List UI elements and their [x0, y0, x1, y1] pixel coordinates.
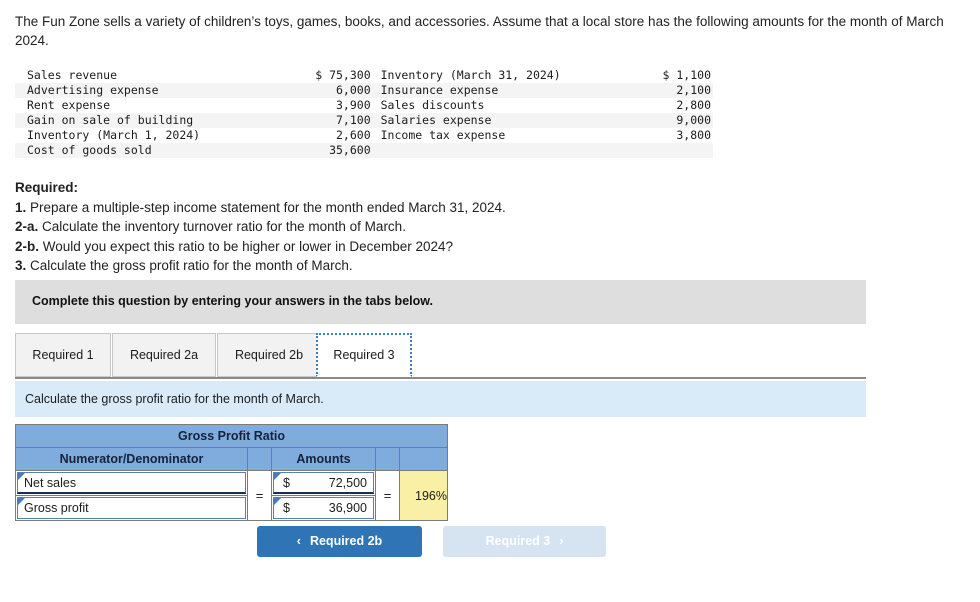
- account-label: Advertising expense: [27, 83, 159, 97]
- required-item-text: Calculate the inventory turnover ratio f…: [38, 219, 406, 234]
- problem-intro: The Fun Zone sells a variety of children…: [15, 14, 944, 48]
- account-label: Rent expense: [27, 98, 111, 112]
- account-label: Income tax expense: [380, 128, 506, 142]
- account-value: 7,100: [336, 113, 371, 127]
- required-item-number: 2-b.: [15, 238, 40, 254]
- given-amounts-table: Sales revenue $ 75,300 Inventory (March …: [15, 68, 713, 158]
- cell-marker-icon: [18, 498, 25, 505]
- instruction-banner-text: Complete this question by entering your …: [32, 294, 433, 308]
- required-item-2b: 2-b. Would you expect this ratio to be h…: [15, 237, 506, 257]
- ratio-result: 196%: [399, 470, 448, 521]
- chevron-right-icon: ›: [559, 534, 564, 548]
- account-label: Inventory (March 31, 2024): [380, 68, 561, 82]
- account-value: $ 75,300: [315, 68, 371, 82]
- worksheet-numerator-row: Net sales = $ 72,500 = 196%: [15, 470, 448, 521]
- required-item-text: Prepare a multiple-step income statement…: [26, 199, 506, 215]
- table-row: Rent expense 3,900 Sales discounts 2,800: [15, 98, 713, 113]
- account-label: Inventory (March 1, 2024): [27, 128, 201, 142]
- column-header-numerator-denominator: Numerator/Denominator: [15, 447, 248, 471]
- column-header-result: [399, 447, 448, 471]
- prev-required-label: Required 2b: [309, 534, 383, 548]
- account-label: Sales discounts: [380, 98, 485, 112]
- account-value: 2,600: [336, 128, 371, 142]
- equals-sign-right: =: [375, 470, 400, 521]
- worksheet-title-row: Gross Profit Ratio: [15, 424, 448, 448]
- required-item-text: Calculate the gross profit ratio for the…: [26, 258, 353, 273]
- tab-required-2a[interactable]: Required 2a: [112, 333, 216, 377]
- next-required-button[interactable]: Required 3 ›: [443, 526, 606, 557]
- account-value: 2,800: [676, 98, 711, 112]
- equals-sign-left: =: [247, 470, 272, 521]
- cell-marker-icon: [274, 498, 281, 505]
- account-label: [373, 143, 618, 158]
- column-header-spacer-right: [375, 447, 400, 471]
- sub-instruction-text: Calculate the gross profit ratio for the…: [25, 392, 324, 406]
- table-row: Sales revenue $ 75,300 Inventory (March …: [15, 68, 713, 83]
- given-amounts-body: Sales revenue $ 75,300 Inventory (March …: [15, 68, 713, 158]
- sub-instruction-bar: Calculate the gross profit ratio for the…: [15, 381, 866, 417]
- column-header-spacer-left: [247, 447, 272, 471]
- numerator-label: Net sales: [24, 475, 77, 490]
- denominator-amount: 36,900: [328, 501, 367, 515]
- table-row: Advertising expense 6,000 Insurance expe…: [15, 83, 713, 98]
- tab-required-3[interactable]: Required 3: [316, 333, 412, 377]
- account-label: Gain on sale of building: [27, 113, 194, 127]
- tab-strip: Required 1 Required 2a Required 2b Requi…: [15, 331, 866, 379]
- required-list: Required: 1. Prepare a multiple-step inc…: [15, 178, 506, 276]
- account-value: [617, 143, 713, 158]
- account-value: $ 1,100: [662, 68, 711, 82]
- prev-required-button[interactable]: ‹ Required 2b: [257, 526, 422, 557]
- account-label: Cost of goods sold: [27, 143, 152, 157]
- account-label: Salaries expense: [380, 113, 492, 127]
- cell-marker-icon: [274, 473, 281, 480]
- tab-required-2b[interactable]: Required 2b: [217, 333, 321, 377]
- cell-marker-icon: [18, 473, 25, 480]
- account-value: 6,000: [336, 83, 371, 97]
- table-row: Inventory (March 1, 2024) 2,600 Income t…: [15, 128, 713, 143]
- required-item-1: 1. Prepare a multiple-step income statem…: [15, 198, 506, 218]
- numerator-label-cell[interactable]: Net sales: [15, 470, 248, 496]
- next-required-label: Required 3: [485, 534, 551, 548]
- required-item-text: Would you expect this ratio to be higher…: [39, 238, 453, 254]
- instruction-banner: Complete this question by entering your …: [15, 280, 866, 324]
- account-value: 9,000: [676, 113, 711, 127]
- account-value: 35,600: [329, 143, 371, 157]
- gross-profit-ratio-worksheet: Gross Profit Ratio Numerator/Denominator…: [15, 424, 448, 521]
- denominator-amount-cell[interactable]: $ 36,900: [271, 495, 376, 521]
- worksheet-title: Gross Profit Ratio: [15, 424, 448, 448]
- account-label: Insurance expense: [380, 83, 499, 97]
- numerator-amount: 72,500: [328, 475, 367, 490]
- tab-required-1[interactable]: Required 1: [15, 333, 111, 377]
- chevron-left-icon: ‹: [296, 534, 301, 548]
- account-value: 3,900: [336, 98, 371, 112]
- account-value: 3,800: [676, 128, 711, 142]
- table-row: Cost of goods sold 35,600: [15, 143, 713, 158]
- denominator-label: Gross profit: [24, 501, 89, 515]
- required-item-3: 3. Calculate the gross profit ratio for …: [15, 256, 506, 276]
- required-item-number: 3.: [15, 258, 27, 273]
- denominator-label-cell[interactable]: Gross profit: [15, 495, 248, 521]
- required-item-2a: 2-a. Calculate the inventory turnover ra…: [15, 217, 506, 237]
- numerator-amount-cell[interactable]: $ 72,500: [271, 470, 376, 496]
- worksheet-header-row: Numerator/Denominator Amounts: [15, 447, 448, 471]
- required-item-number: 2-a.: [15, 219, 39, 234]
- table-row: Gain on sale of building 7,100 Salaries …: [15, 113, 713, 128]
- required-item-number: 1.: [15, 199, 27, 215]
- account-value: 2,100: [676, 83, 711, 97]
- required-heading: Required:: [15, 180, 79, 195]
- account-label: Sales revenue: [27, 68, 118, 82]
- column-header-amounts: Amounts: [271, 447, 376, 471]
- ratio-table: Gross Profit Ratio Numerator/Denominator…: [15, 424, 448, 521]
